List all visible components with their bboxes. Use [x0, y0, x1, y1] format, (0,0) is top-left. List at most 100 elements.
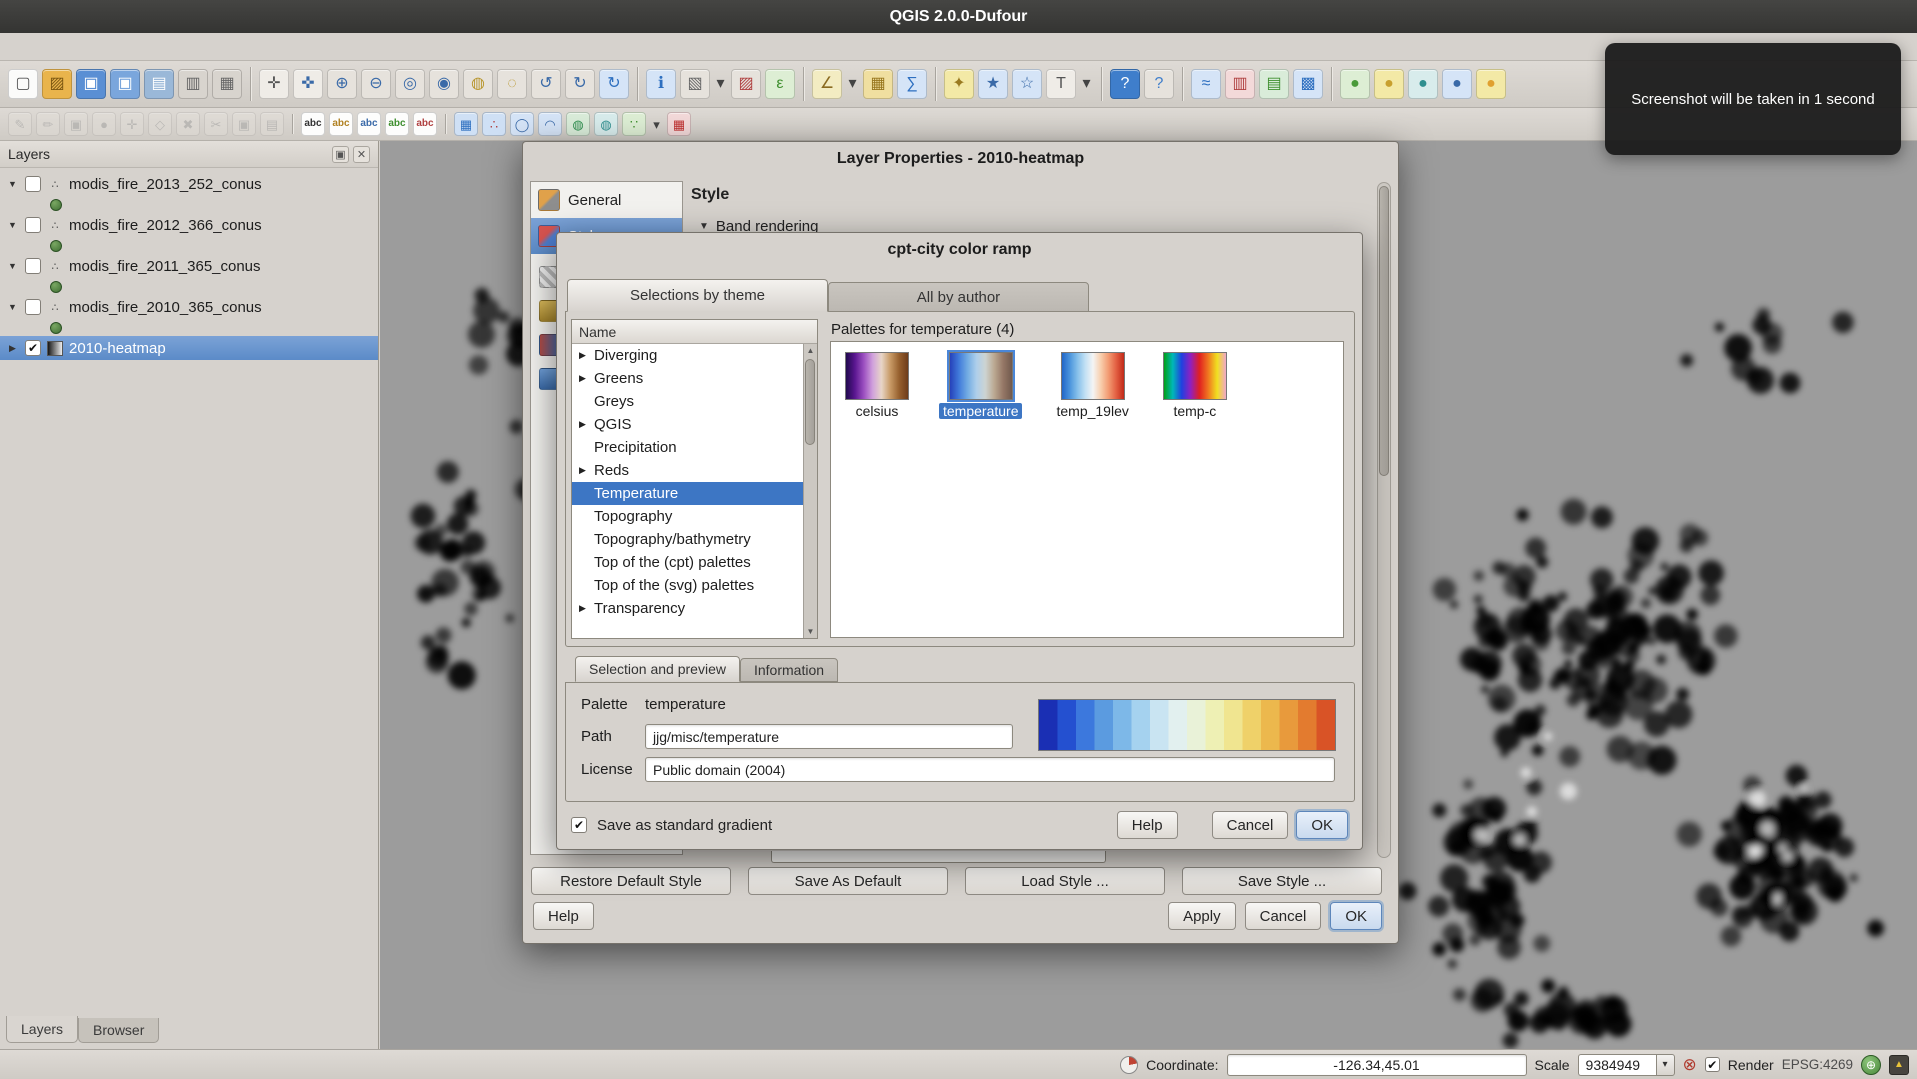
random-points-icon[interactable]: ∴ [482, 112, 506, 136]
remove-table-icon[interactable]: ▦ [667, 112, 691, 136]
pan-map-icon[interactable]: ✛ [259, 69, 289, 99]
tree-item[interactable]: Topography/bathymetry [572, 528, 803, 551]
whats-this-icon[interactable]: ? [1144, 69, 1174, 99]
menu-item[interactable] [116, 44, 138, 50]
apply-button[interactable]: Apply [1168, 902, 1236, 930]
crs-status-icon[interactable]: ⊕ [1861, 1055, 1881, 1075]
coordinate-input[interactable]: -126.34,45.01 [1227, 1054, 1527, 1076]
current-edits-icon[interactable]: ✎ [8, 112, 32, 136]
tab-layers[interactable]: Layers [6, 1016, 78, 1043]
tree-item[interactable]: Reds [572, 459, 803, 482]
zoom-full-icon[interactable]: ◉ [429, 69, 459, 99]
layer-checkbox[interactable] [25, 258, 41, 274]
tree-header-name[interactable]: Name [572, 320, 817, 344]
checker-analysis-icon[interactable]: ▦ [454, 112, 478, 136]
tab-browser[interactable]: Browser [78, 1018, 159, 1043]
layer-checkbox[interactable] [25, 176, 41, 192]
cut-features-icon[interactable]: ✂ [204, 112, 228, 136]
profile-tool-icon[interactable]: ≈ [1191, 69, 1221, 99]
help-button[interactable]: Help [1117, 811, 1178, 839]
toolbar-icon[interactable] [1178, 61, 1187, 107]
layer-item[interactable]: ∴ modis_fire_2012_366_conus [0, 213, 378, 254]
tab-selections-by-theme[interactable]: Selections by theme [567, 279, 828, 312]
manage-plugins-icon[interactable]: ● [1476, 69, 1506, 99]
dialog-scrollbar[interactable] [1377, 182, 1391, 858]
tab-information[interactable]: Information [740, 658, 838, 682]
tree-item[interactable]: Topography [572, 505, 803, 528]
label-properties-icon[interactable]: abc [413, 112, 437, 136]
scrollbar-thumb[interactable] [1379, 186, 1389, 476]
layer-item[interactable]: ∴ modis_fire_2010_365_conus [0, 295, 378, 336]
map-tips-icon[interactable]: ✦ [944, 69, 974, 99]
partial-combobox[interactable] [771, 851, 1106, 863]
help-contents-icon[interactable]: ? [1110, 69, 1140, 99]
tab-selection-and-preview[interactable]: Selection and preview [575, 656, 740, 682]
license-input[interactable]: Public domain (2004) [645, 757, 1335, 782]
new-project-icon[interactable]: ▢ [8, 69, 38, 99]
layer-expander-icon[interactable] [6, 343, 19, 354]
select-by-expression-icon[interactable]: ε [765, 69, 795, 99]
zoom-to-selection-icon[interactable]: ◍ [463, 69, 493, 99]
arc-tool-icon[interactable]: ◠ [538, 112, 562, 136]
show-bookmarks-icon[interactable]: ☆ [1012, 69, 1042, 99]
save-standard-gradient-checkbox[interactable] [571, 817, 587, 833]
layer-item[interactable]: ∴ modis_fire_2013_252_conus [0, 172, 378, 213]
zoom-to-layer-icon[interactable]: ◌ [497, 69, 527, 99]
text-annotation-icon[interactable]: T [1046, 69, 1076, 99]
toolbar-icon[interactable] [1097, 61, 1106, 107]
heatmap-plugin-icon[interactable]: ▩ [1293, 69, 1323, 99]
toolbar-icon[interactable] [1327, 61, 1336, 107]
zoom-actual-icon[interactable]: ◎ [395, 69, 425, 99]
composer-manager-icon[interactable]: ▦ [212, 69, 242, 99]
scale-combobox[interactable]: 9384949 ▾ [1578, 1054, 1675, 1076]
terrain-analysis-icon[interactable]: ▤ [1259, 69, 1289, 99]
save-project-as-icon[interactable]: ▣ [110, 69, 140, 99]
layer-expander-icon[interactable] [6, 261, 19, 271]
sidebar-item-general[interactable]: General [531, 182, 682, 218]
ellipse-tool-icon[interactable]: ◯ [510, 112, 534, 136]
labeling-icon[interactable]: abc [301, 112, 325, 136]
cancel-button[interactable]: Cancel [1212, 811, 1289, 839]
layer-checkbox[interactable] [25, 217, 41, 233]
palette-card[interactable]: temp-c [1163, 352, 1227, 419]
label-pin-icon[interactable]: abc [329, 112, 353, 136]
measure-icon[interactable]: ∠ [812, 69, 842, 99]
add-feature-icon[interactable]: ● [92, 112, 116, 136]
tree-item[interactable]: Diverging [572, 344, 803, 367]
node-tool-icon[interactable]: ◇ [148, 112, 172, 136]
tree-item[interactable]: Precipitation [572, 436, 803, 459]
layer-item[interactable]: 2010-heatmap [0, 336, 378, 360]
histogram-tool-icon[interactable]: ▥ [1225, 69, 1255, 99]
menu-item[interactable] [6, 44, 28, 50]
menu-item[interactable] [160, 44, 182, 50]
python-console-icon[interactable]: ● [1374, 69, 1404, 99]
path-input[interactable]: jjg/misc/temperature [645, 724, 1013, 749]
globe-tool-a-icon[interactable]: ◍ [566, 112, 590, 136]
save-style-button[interactable]: Save Style ... [1182, 867, 1382, 895]
scrollbar-thumb[interactable] [805, 359, 815, 445]
zoom-next-icon[interactable]: ↻ [565, 69, 595, 99]
scale-value[interactable]: 9384949 [1578, 1054, 1656, 1076]
menu-item[interactable] [72, 44, 94, 50]
tree-item[interactable]: Top of the (svg) palettes [572, 574, 803, 597]
label-show-hide-icon[interactable]: abc [357, 112, 381, 136]
measure-dropdown-icon[interactable]: ▾ [846, 69, 859, 99]
help-button[interactable]: Help [533, 902, 594, 930]
ok-button[interactable]: OK [1330, 902, 1382, 930]
attribute-table-icon[interactable]: ▦ [863, 69, 893, 99]
tab-all-by-author[interactable]: All by author [828, 282, 1089, 312]
select-dropdown-icon[interactable]: ▾ [714, 69, 727, 99]
pan-to-selection-icon[interactable]: ✜ [293, 69, 323, 99]
layer-expander-icon[interactable] [6, 302, 19, 312]
refresh-map-icon[interactable]: ↻ [599, 69, 629, 99]
layer-expander-icon[interactable] [6, 220, 19, 230]
annotation-dropdown-icon[interactable]: ▾ [1080, 69, 1093, 99]
save-layer-edits-icon[interactable]: ▣ [64, 112, 88, 136]
tree-item[interactable]: Transparency [572, 597, 803, 620]
close-icon[interactable]: ✕ [353, 146, 370, 163]
save-as-image-icon[interactable]: ▤ [144, 69, 174, 99]
menu-item[interactable] [226, 44, 248, 50]
layer-expander-icon[interactable] [6, 179, 19, 189]
dock-icon[interactable]: ▣ [332, 146, 349, 163]
menu-item[interactable] [138, 44, 160, 50]
